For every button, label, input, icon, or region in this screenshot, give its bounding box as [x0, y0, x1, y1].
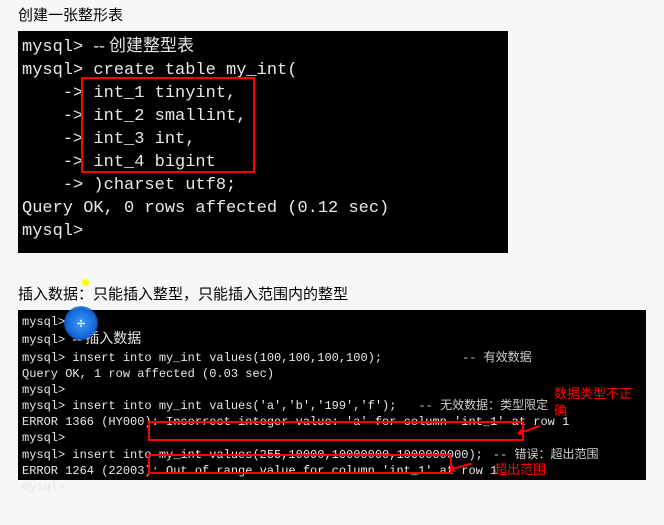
code-line: -> int_4 bigint	[22, 152, 500, 175]
code-line: mysql> insert into my_int values('a','b'…	[22, 398, 638, 414]
terminal-insert: ✢ mysql> mysql> -- 插入数据 mysql> insert in…	[18, 310, 646, 480]
annotation-range-error: 超出范围	[494, 462, 546, 478]
code-line: mysql> -- 插入数据	[22, 331, 638, 350]
code-line: mysql>	[22, 430, 638, 446]
section1-heading: 创建一张整形表	[0, 0, 664, 31]
code-line: -> int_2 smallint,	[22, 106, 500, 129]
code-line: -> )charset utf8;	[22, 175, 500, 198]
code-line: ERROR 1366 (HY000): Incorrect integer va…	[22, 414, 638, 430]
code-line: mysql>	[22, 479, 638, 495]
code-line: -> int_1 tinyint,	[22, 83, 500, 106]
code-line: Query OK, 0 rows affected (0.12 sec)	[22, 198, 500, 221]
code-line: Query OK, 1 row affected (0.03 sec)	[22, 366, 638, 382]
code-line: mysql>	[22, 382, 638, 398]
section2-heading: 插入数据：只能插入整型，只能插入范围内的整型	[0, 281, 664, 310]
code-line: mysql> create table my_int(	[22, 60, 500, 83]
code-line: mysql> -- 创建整型表	[22, 35, 500, 60]
terminal-create: mysql> -- 创建整型表 mysql> create table my_i…	[18, 31, 508, 253]
code-line: mysql>	[22, 221, 500, 244]
code-line: -> int_3 int,	[22, 129, 500, 152]
code-line: mysql> insert into my_int values(100,100…	[22, 350, 638, 366]
code-line: mysql>	[22, 314, 638, 330]
code-line: mysql> insert into my_int values(255,100…	[22, 447, 638, 463]
annotation-type-error: 数据类型不正确	[554, 386, 644, 419]
